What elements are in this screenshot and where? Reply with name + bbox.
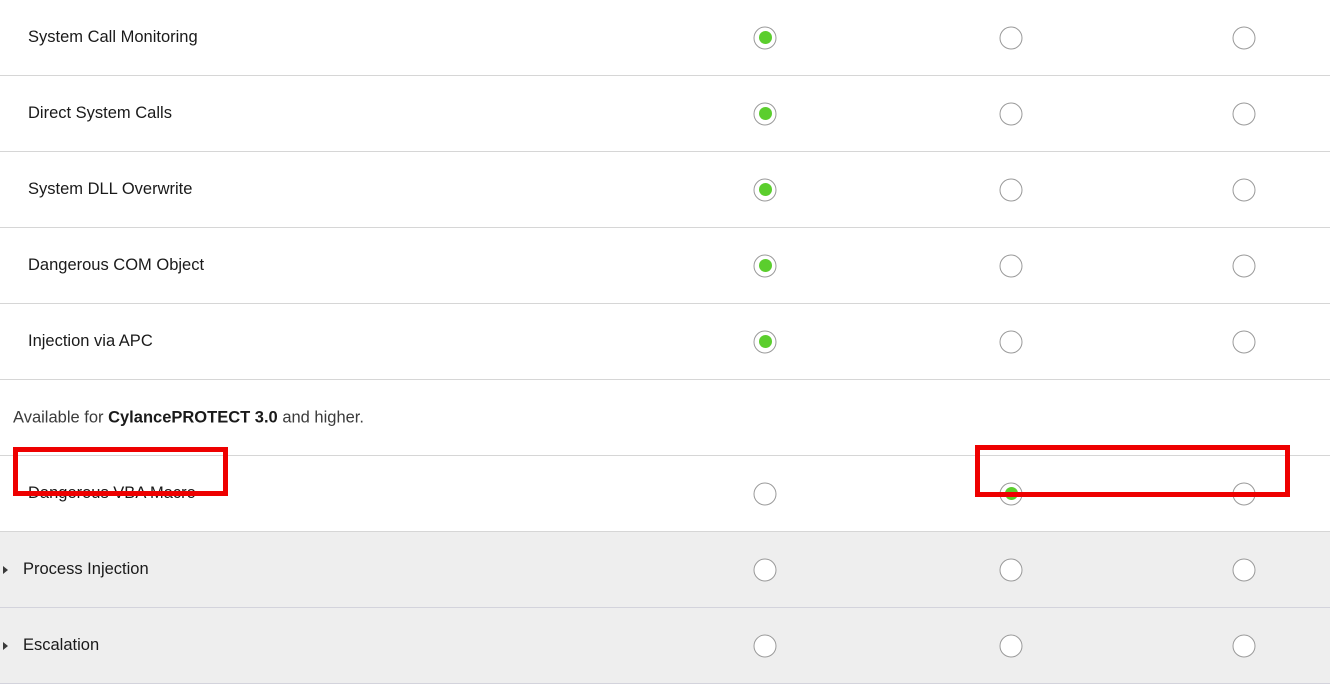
row-label: Process Injection (23, 559, 149, 578)
radio-option-column-2[interactable] (999, 482, 1023, 505)
policy-settings-table: System Call Monitoring Direct System Cal… (0, 0, 1330, 684)
radio-option-column-2[interactable] (999, 178, 1023, 201)
radio-option-column-2[interactable] (999, 102, 1023, 125)
table-row: System DLL Overwrite (0, 152, 1330, 228)
table-group-row-escalation[interactable]: Escalation (0, 608, 1330, 684)
radio-option-column-3[interactable] (1232, 102, 1256, 125)
row-label: System DLL Overwrite (28, 179, 193, 198)
row-label: Direct System Calls (28, 103, 172, 122)
row-label: Injection via APC (28, 331, 153, 350)
table-row-dangerous-vba-macro: Dangerous VBA Macro (0, 456, 1330, 532)
radio-option-column-3[interactable] (1232, 634, 1256, 657)
table-row: Direct System Calls (0, 76, 1330, 152)
radio-option-column-1[interactable] (753, 330, 777, 353)
note-text-before: Available for (13, 408, 109, 426)
radio-option-column-2[interactable] (999, 330, 1023, 353)
row-label: Dangerous COM Object (28, 255, 205, 274)
radio-option-column-2[interactable] (999, 26, 1023, 49)
radio-option-column-3[interactable] (1232, 330, 1256, 353)
table-group-row-process-injection[interactable]: Process Injection (0, 532, 1330, 608)
radio-option-column-3[interactable] (1232, 254, 1256, 277)
radio-option-column-3[interactable] (1232, 482, 1256, 505)
availability-note-row: Available for CylancePROTECT 3.0 and hig… (0, 380, 1330, 456)
radio-selected-dot (1004, 487, 1018, 500)
availability-note: Available for CylancePROTECT 3.0 and hig… (13, 408, 364, 427)
note-text-after: and higher. (277, 408, 364, 426)
radio-option-column-1[interactable] (753, 102, 777, 125)
chevron-right-icon[interactable] (3, 641, 8, 650)
table-row: Dangerous COM Object (0, 228, 1330, 304)
radio-selected-dot (758, 335, 772, 348)
radio-option-column-1[interactable] (753, 558, 777, 581)
radio-selected-dot (758, 107, 772, 120)
radio-selected-dot (758, 31, 772, 44)
row-label: Dangerous VBA Macro (28, 483, 196, 502)
row-label: Escalation (23, 635, 100, 654)
radio-option-column-3[interactable] (1232, 26, 1256, 49)
radio-option-column-3[interactable] (1232, 558, 1256, 581)
radio-option-column-1[interactable] (753, 178, 777, 201)
radio-option-column-3[interactable] (1232, 178, 1256, 201)
table-row: System Call Monitoring (0, 0, 1330, 76)
note-product-name: CylancePROTECT 3.0 (108, 408, 278, 426)
radio-option-column-1[interactable] (753, 26, 777, 49)
chevron-right-icon[interactable] (3, 565, 8, 574)
radio-option-column-2[interactable] (999, 558, 1023, 581)
radio-selected-dot (758, 183, 772, 196)
radio-option-column-2[interactable] (999, 254, 1023, 277)
table-row: Injection via APC (0, 304, 1330, 380)
radio-selected-dot (758, 259, 772, 272)
radio-option-column-2[interactable] (999, 634, 1023, 657)
radio-option-column-1[interactable] (753, 482, 777, 505)
row-label: System Call Monitoring (28, 27, 198, 46)
radio-option-column-1[interactable] (753, 634, 777, 657)
radio-option-column-1[interactable] (753, 254, 777, 277)
